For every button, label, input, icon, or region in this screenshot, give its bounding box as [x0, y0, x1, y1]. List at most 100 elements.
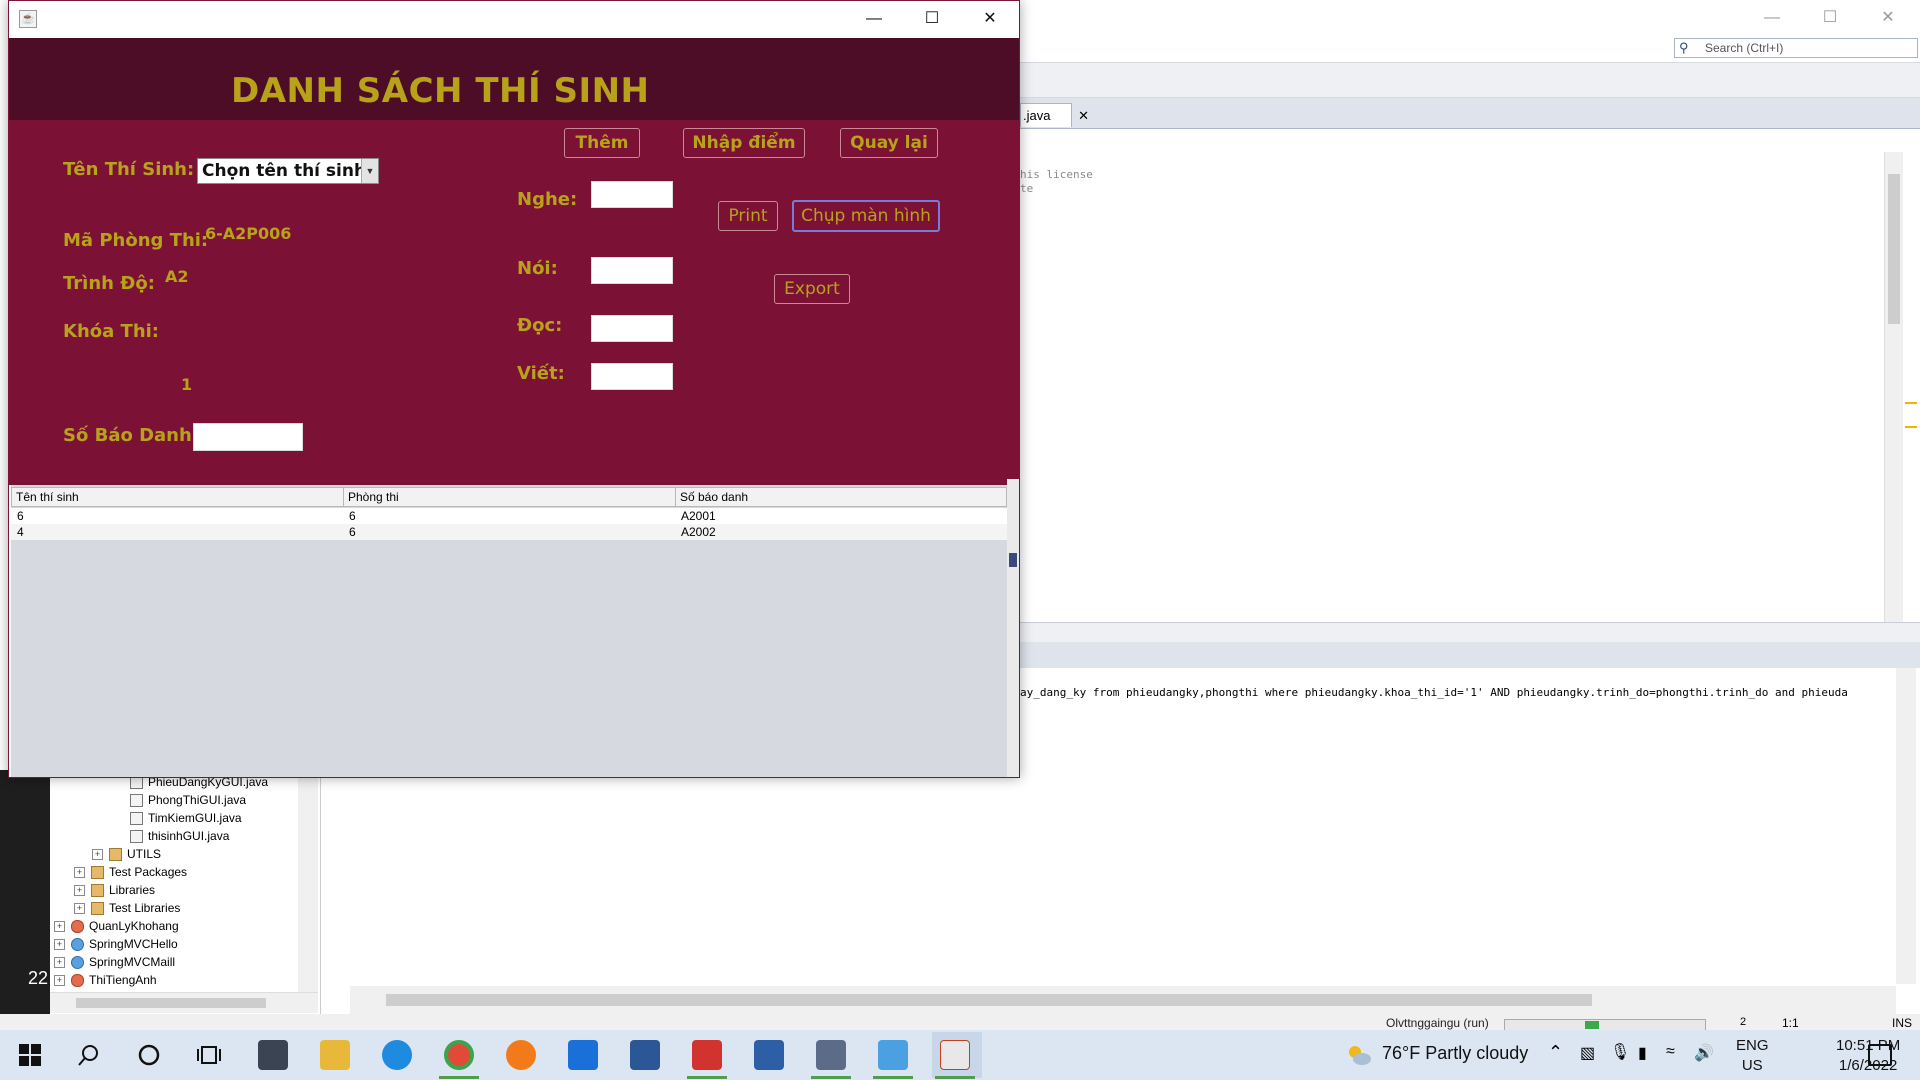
java-icon[interactable]: [940, 1040, 970, 1070]
expand-icon[interactable]: +: [54, 921, 65, 933]
noi-field[interactable]: [591, 257, 673, 284]
ide-search-input[interactable]: ⚲ Search (Ctrl+I): [1674, 38, 1918, 58]
chrome-icon[interactable]: [444, 1040, 474, 1070]
scrollbar-thumb[interactable]: [76, 998, 266, 1008]
insert-mode: INS: [1892, 1016, 1913, 1030]
warning-mark[interactable]: [1905, 402, 1917, 404]
edge-icon[interactable]: [382, 1040, 412, 1070]
candidate-select[interactable]: Chọn tên thí sinh ▼: [197, 158, 379, 184]
ide-editor-tab[interactable]: .java ✕: [1020, 103, 1089, 127]
nhap-diem-button[interactable]: Nhập điểm: [683, 128, 805, 158]
column-header[interactable]: Số báo danh: [676, 488, 1006, 506]
tree-hscrollbar[interactable]: [50, 992, 318, 1013]
active-indicator: [439, 1076, 479, 1079]
close-icon[interactable]: ✕: [967, 7, 1013, 31]
tree-item[interactable]: + Libraries: [74, 881, 155, 899]
sql-server-icon[interactable]: [816, 1040, 846, 1070]
wifi-icon[interactable]: ≈: [1666, 1043, 1675, 1061]
output-scrollbar[interactable]: [1896, 668, 1916, 984]
editor-scrollbar[interactable]: [1884, 152, 1903, 622]
ide-editor[interactable]: his license te: [1020, 152, 1884, 622]
tree-item[interactable]: + SpringMVCMaill: [54, 953, 175, 971]
app-window: ☕ — ☐ ✕ DANH SÁCH THÍ SINH Tên Thí Sinh:…: [8, 0, 1020, 778]
chup-man-hinh-button[interactable]: Chụp màn hình: [792, 200, 940, 232]
scrollbar-thumb[interactable]: [1888, 174, 1900, 324]
table-cell: A2002: [681, 525, 716, 539]
doc-field[interactable]: [591, 315, 673, 342]
close-tab-icon[interactable]: ✕: [1078, 104, 1089, 128]
cortana-icon[interactable]: [136, 1042, 162, 1068]
label-nghe: Nghe:: [517, 189, 578, 210]
tree-item[interactable]: + ThiTiengAnh: [54, 971, 157, 989]
notification-icon[interactable]: [1868, 1044, 1892, 1066]
ide-output-pane[interactable]: ay_dang_ky from phieudangky,phongthi whe…: [1020, 668, 1896, 984]
tree-item[interactable]: TimKiemGUI.java: [130, 809, 242, 827]
tree-item[interactable]: + SpringMVCHello: [54, 935, 178, 953]
ide-maximize-icon[interactable]: ☐: [1818, 8, 1842, 28]
volume-icon[interactable]: 🔊: [1694, 1043, 1714, 1063]
tree-item[interactable]: + QuanLyKhohang: [54, 917, 179, 935]
scrollbar-thumb[interactable]: [1009, 553, 1017, 567]
maximize-icon[interactable]: ☐: [909, 7, 955, 31]
active-indicator: [935, 1076, 975, 1079]
tree-scrollbar[interactable]: [298, 770, 318, 996]
notifications-badge[interactable]: 2: [1740, 1016, 1746, 1028]
quay-lai-button[interactable]: Quay lại: [840, 128, 938, 158]
warning-mark[interactable]: [1905, 426, 1917, 428]
firefox-icon[interactable]: [506, 1040, 536, 1070]
battery-icon[interactable]: ▮: [1638, 1043, 1647, 1063]
tree-item[interactable]: + Test Packages: [74, 863, 187, 881]
weather-text[interactable]: 76°F Partly cloudy: [1382, 1043, 1528, 1064]
tree-item[interactable]: thisinhGUI.java: [130, 827, 229, 845]
ide-minimize-icon[interactable]: —: [1760, 8, 1784, 28]
scrollbar-thumb[interactable]: [386, 994, 1592, 1006]
tree-item[interactable]: + Test Libraries: [74, 899, 180, 917]
table-row[interactable]: 4 6 A2002: [11, 524, 1007, 540]
table-header: Tên thí sinh Phòng thi Số báo danh: [11, 487, 1007, 507]
word-icon[interactable]: [630, 1040, 660, 1070]
language-indicator[interactable]: ENG US: [1736, 1036, 1769, 1076]
column-header[interactable]: Tên thí sinh: [12, 488, 344, 506]
table-scrollbar[interactable]: [1007, 479, 1019, 777]
export-button[interactable]: Export: [774, 274, 850, 304]
ide-splitter[interactable]: [1020, 622, 1920, 644]
chevron-down-icon[interactable]: ▼: [361, 159, 378, 183]
expand-icon[interactable]: +: [92, 849, 103, 861]
partly-cloudy-icon[interactable]: [1346, 1044, 1372, 1066]
device-icon[interactable]: ▧: [1580, 1043, 1595, 1063]
print-button[interactable]: Print: [718, 201, 778, 231]
dropbox-icon[interactable]: [568, 1040, 598, 1070]
them-button[interactable]: Thêm: [564, 128, 640, 158]
so-bao-danh-field[interactable]: [193, 423, 303, 451]
column-header[interactable]: Phòng thi: [344, 488, 676, 506]
expand-icon[interactable]: +: [74, 885, 85, 897]
box-icon[interactable]: [878, 1040, 908, 1070]
run-status[interactable]: Olvttnggaingu (run): [1386, 1016, 1489, 1030]
task-view-icon[interactable]: [196, 1042, 222, 1068]
visual-paradigm-icon[interactable]: [692, 1040, 722, 1070]
chevron-up-icon[interactable]: ⌃: [1548, 1042, 1563, 1063]
virtualbox-icon[interactable]: [754, 1040, 784, 1070]
expand-icon[interactable]: +: [54, 939, 65, 951]
tree-item[interactable]: PhongThiGUI.java: [130, 791, 246, 809]
table-cell: 6: [349, 509, 356, 523]
file-explorer-icon[interactable]: [320, 1040, 350, 1070]
tree-item[interactable]: + UTILS: [92, 845, 161, 863]
nghe-field[interactable]: [591, 181, 673, 208]
output-line: ay_dang_ky from phieudangky,phongthi whe…: [1020, 686, 1848, 699]
expand-icon[interactable]: +: [54, 957, 65, 969]
mail-icon[interactable]: [258, 1040, 288, 1070]
folder-icon: [91, 866, 104, 880]
expand-icon[interactable]: +: [74, 903, 85, 915]
app-titlebar[interactable]: ☕ — ☐ ✕: [9, 1, 1019, 38]
output-hscrollbar[interactable]: [350, 986, 1896, 1014]
expand-icon[interactable]: +: [54, 975, 65, 987]
microphone-icon[interactable]: 🎙: [1610, 1042, 1630, 1062]
ide-close-icon[interactable]: ✕: [1876, 8, 1900, 28]
expand-icon[interactable]: +: [74, 867, 85, 879]
windows-start-icon[interactable]: [18, 1043, 42, 1067]
minimize-icon[interactable]: —: [851, 7, 897, 31]
viet-field[interactable]: [591, 363, 673, 390]
table-row[interactable]: 6 6 A2001: [11, 508, 1007, 524]
search-icon[interactable]: [76, 1042, 102, 1068]
